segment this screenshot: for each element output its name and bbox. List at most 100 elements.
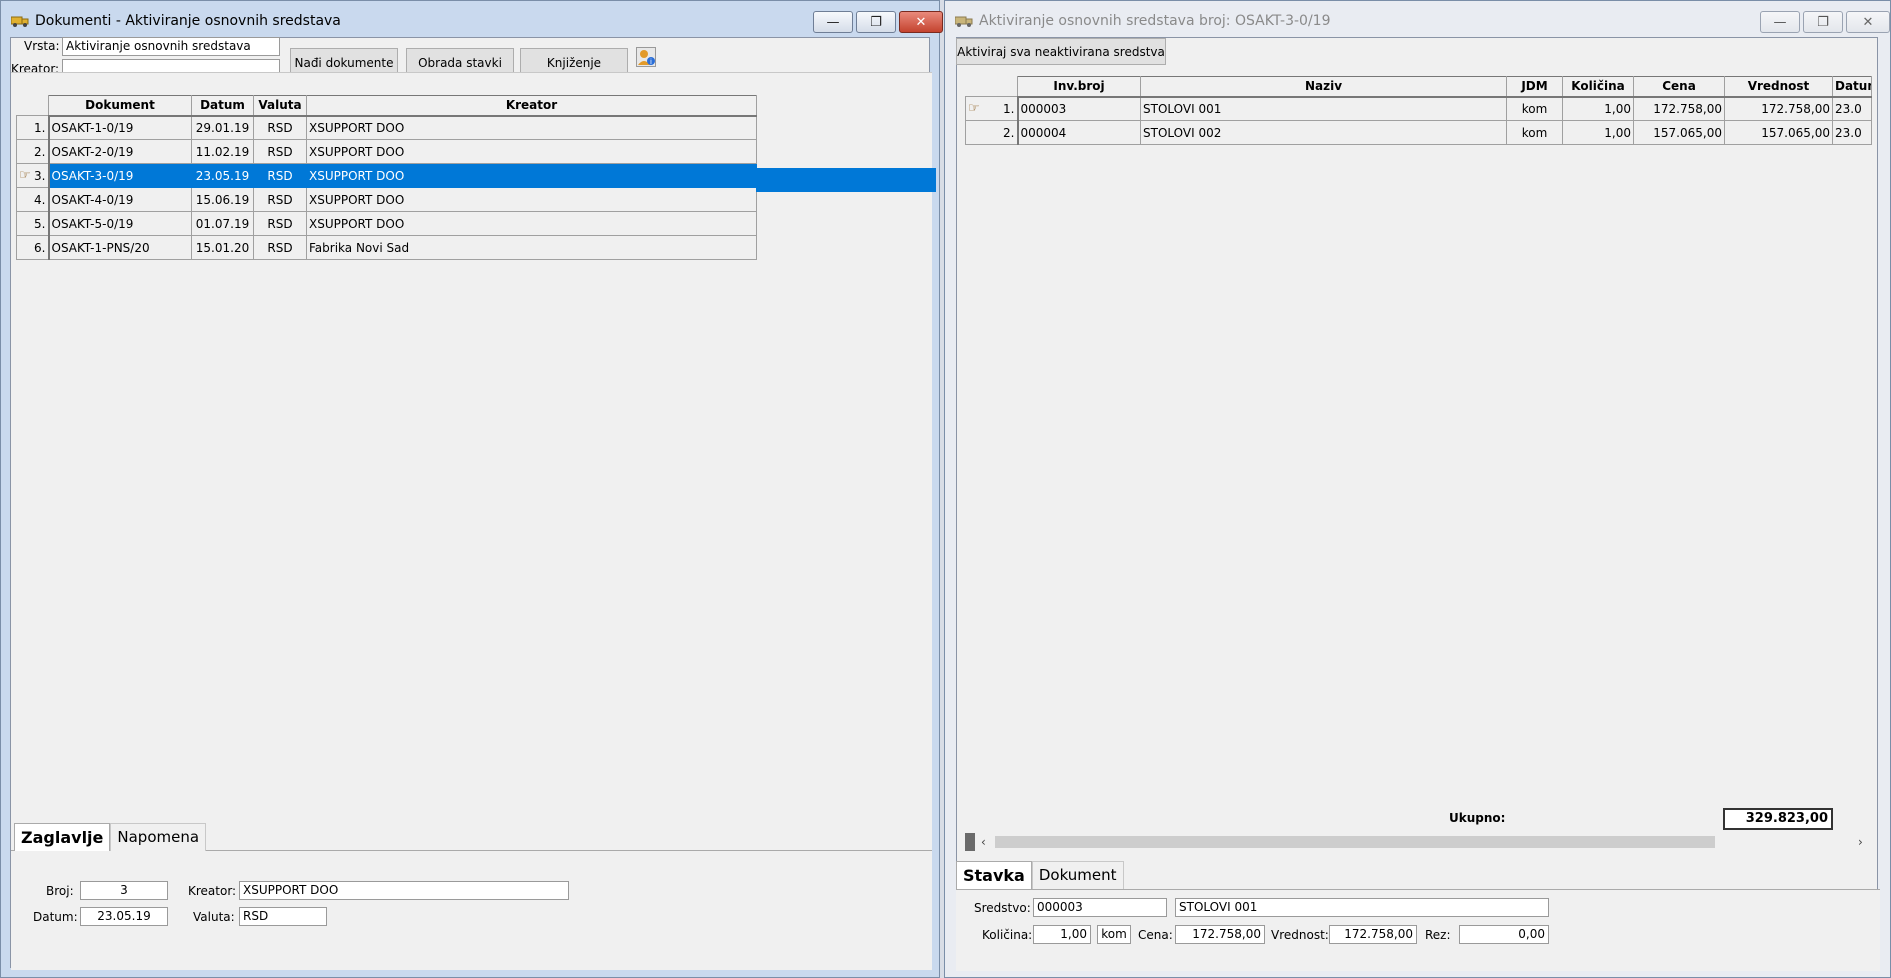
row-number[interactable]: ☞ 3.	[16, 163, 50, 188]
table-row-selected[interactable]: ☞ 3. OSAKT-3-0/19 23.05.19 RSD XSUPPORT D…	[16, 163, 757, 188]
sredstvo-code-field[interactable]: 000003	[1033, 898, 1167, 917]
scroll-left-icon[interactable]: ‹	[981, 833, 986, 851]
datum-field[interactable]: 23.05.19	[80, 907, 168, 926]
cell-date[interactable]: 11.02.19	[191, 139, 254, 164]
cell-unit[interactable]: kom	[1506, 96, 1563, 121]
cell-creator[interactable]: XSUPPORT DOO	[306, 115, 757, 140]
row-number[interactable]: ☞ 1.	[965, 96, 1019, 121]
table-row[interactable]: 4. OSAKT-4-0/19 15.06.19 RSD XSUPPORT DO…	[16, 187, 757, 212]
row-number[interactable]: 5.	[16, 211, 50, 236]
rez-field[interactable]: 0,00	[1459, 925, 1549, 944]
cell-date[interactable]: 15.01.20	[191, 235, 254, 260]
broj-field[interactable]: 3	[80, 881, 168, 900]
vrednost-field[interactable]: 172.758,00	[1329, 925, 1417, 944]
cell-unit[interactable]: kom	[1506, 120, 1563, 145]
scroll-right-icon[interactable]: ›	[1858, 833, 1863, 851]
cell-currency[interactable]: RSD	[253, 235, 307, 260]
column-header-valuta[interactable]: Valuta	[253, 95, 307, 117]
row-number[interactable]: 6.	[16, 235, 50, 260]
cell-quantity[interactable]: 1,00	[1562, 96, 1634, 121]
cell-document[interactable]: OSAKT-3-0/19	[48, 163, 192, 188]
sredstvo-name-field[interactable]: STOLOVI 001	[1175, 898, 1549, 917]
cell-date[interactable]: 23.0	[1832, 120, 1872, 145]
frozen-column-marker	[965, 833, 975, 851]
ukupno-total: 329.823,00	[1723, 808, 1833, 830]
cell-creator[interactable]: XSUPPORT DOO	[306, 187, 757, 212]
column-header-kreator[interactable]: Kreator	[306, 95, 757, 117]
maximize-button[interactable]: ❐	[1803, 11, 1843, 33]
activation-window-title: Aktiviranje osnovnih sredstava broj: OSA…	[979, 13, 1331, 29]
cell-document[interactable]: OSAKT-5-0/19	[48, 211, 192, 236]
activation-titlebar[interactable]: Aktiviranje osnovnih sredstava broj: OSA…	[945, 1, 1890, 37]
cell-document[interactable]: OSAKT-2-0/19	[48, 139, 192, 164]
tab-napomena[interactable]: Napomena	[110, 823, 207, 851]
close-button[interactable]: ✕	[1846, 11, 1890, 33]
row-number[interactable]: 1.	[16, 115, 50, 140]
activate-all-button[interactable]: Aktiviraj sva neaktivirana sredstva	[956, 38, 1166, 65]
cell-currency[interactable]: RSD	[253, 115, 307, 140]
column-header-jdm[interactable]: JDM	[1506, 76, 1563, 98]
cell-date[interactable]: 15.06.19	[191, 187, 254, 212]
documents-titlebar[interactable]: Dokumenti - Aktiviranje osnovnih sredsta…	[1, 1, 943, 37]
cell-document[interactable]: OSAKT-1-0/19	[48, 115, 192, 140]
close-icon: ✕	[915, 14, 927, 30]
vrsta-field[interactable]: Aktiviranje osnovnih sredstava	[62, 37, 280, 56]
column-header-kolicina[interactable]: Količina	[1562, 76, 1634, 98]
table-row[interactable]: 6. OSAKT-1-PNS/20 15.01.20 RSD Fabrika N…	[16, 235, 757, 260]
minimize-button[interactable]: —	[813, 11, 853, 33]
cell-document[interactable]: OSAKT-1-PNS/20	[48, 235, 192, 260]
cell-price[interactable]: 172.758,00	[1633, 96, 1725, 121]
cell-creator[interactable]: XSUPPORT DOO	[306, 211, 757, 236]
column-header-vrednost[interactable]: Vrednost	[1724, 76, 1833, 98]
cell-currency[interactable]: RSD	[253, 139, 307, 164]
user-info-icon[interactable]: i	[636, 47, 656, 67]
cell-creator[interactable]: XSUPPORT DOO	[306, 163, 757, 188]
cell-currency[interactable]: RSD	[253, 163, 307, 188]
cell-name[interactable]: STOLOVI 002	[1140, 120, 1507, 145]
maximize-button[interactable]: ❐	[856, 11, 896, 33]
cell-price[interactable]: 157.065,00	[1633, 120, 1725, 145]
row-number[interactable]: 4.	[16, 187, 50, 212]
cell-date[interactable]: 23.0	[1832, 96, 1872, 121]
cell-creator[interactable]: XSUPPORT DOO	[306, 139, 757, 164]
tab-dokument[interactable]: Dokument	[1031, 861, 1124, 889]
horizontal-scrollbar[interactable]: ‹ ›	[965, 833, 1871, 851]
row-number[interactable]: 2.	[965, 120, 1019, 145]
column-header-datum[interactable]: Datum	[191, 95, 254, 117]
valuta-field[interactable]: RSD	[239, 907, 327, 926]
cell-currency[interactable]: RSD	[253, 187, 307, 212]
pointing-hand-icon: ☞	[19, 168, 31, 183]
cell-quantity[interactable]: 1,00	[1562, 120, 1634, 145]
cell-inv-number[interactable]: 000003	[1017, 96, 1141, 121]
cena-field[interactable]: 172.758,00	[1175, 925, 1265, 944]
cell-value[interactable]: 172.758,00	[1724, 96, 1833, 121]
row-number[interactable]: 2.	[16, 139, 50, 164]
column-header-datum[interactable]: Datum	[1832, 76, 1872, 98]
table-row[interactable]: 1. OSAKT-1-0/19 29.01.19 RSD XSUPPORT DO…	[16, 115, 757, 140]
table-row[interactable]: 5. OSAKT-5-0/19 01.07.19 RSD XSUPPORT DO…	[16, 211, 757, 236]
kreator-field[interactable]: XSUPPORT DOO	[239, 881, 569, 900]
tab-zaglavlje[interactable]: Zaglavlje	[14, 823, 111, 851]
table-row[interactable]: ☞ 1. 000003 STOLOVI 001 kom 1,00 172.758,…	[965, 96, 1872, 121]
cell-name[interactable]: STOLOVI 001	[1140, 96, 1507, 121]
column-header-inv-broj[interactable]: Inv.broj	[1017, 76, 1141, 98]
cell-inv-number[interactable]: 000004	[1017, 120, 1141, 145]
jdm-field[interactable]: kom	[1097, 925, 1131, 944]
cell-date[interactable]: 23.05.19	[191, 163, 254, 188]
column-header-dokument[interactable]: Dokument	[48, 95, 192, 117]
table-row[interactable]: 2. 000004 STOLOVI 002 kom 1,00 157.065,0…	[965, 120, 1872, 145]
kolicina-field[interactable]: 1,00	[1033, 925, 1091, 944]
cell-currency[interactable]: RSD	[253, 211, 307, 236]
column-header-naziv[interactable]: Naziv	[1140, 76, 1507, 98]
cell-value[interactable]: 157.065,00	[1724, 120, 1833, 145]
column-header-cena[interactable]: Cena	[1633, 76, 1725, 98]
scrollbar-thumb[interactable]	[995, 836, 1715, 848]
table-row[interactable]: 2. OSAKT-2-0/19 11.02.19 RSD XSUPPORT DO…	[16, 139, 757, 164]
cell-date[interactable]: 01.07.19	[191, 211, 254, 236]
close-button[interactable]: ✕	[899, 11, 943, 33]
cell-date[interactable]: 29.01.19	[191, 115, 254, 140]
minimize-button[interactable]: —	[1760, 11, 1800, 33]
cell-creator[interactable]: Fabrika Novi Sad	[306, 235, 757, 260]
cell-document[interactable]: OSAKT-4-0/19	[48, 187, 192, 212]
tab-stavka[interactable]: Stavka	[956, 861, 1032, 889]
